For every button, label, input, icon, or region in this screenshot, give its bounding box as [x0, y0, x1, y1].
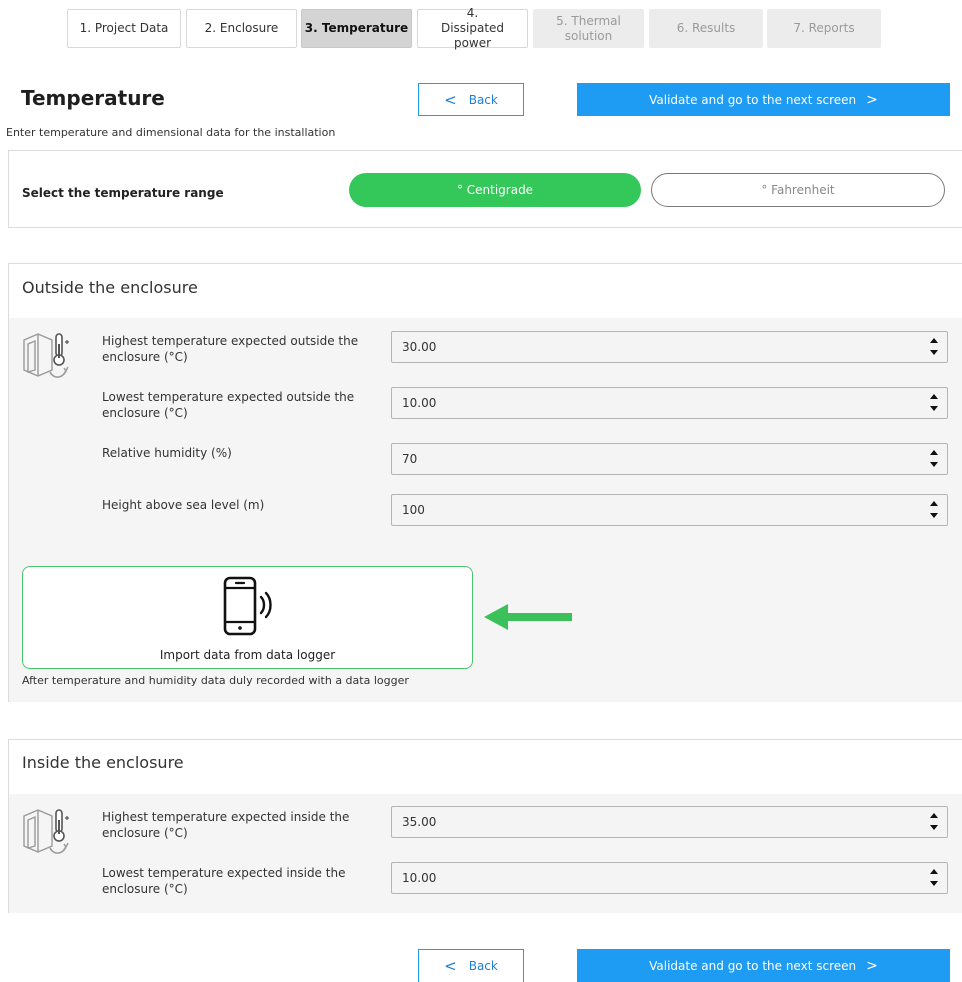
chevron-right-icon: >: [866, 91, 878, 108]
outside-low-temp-label: Lowest temperature expected outside the …: [102, 390, 355, 420]
footer-validate-next-button[interactable]: Validate and go to the next screen >: [577, 949, 950, 982]
outside-high-temp-input[interactable]: 30.00: [391, 331, 948, 363]
footer-validate-next-label: Validate and go to the next screen: [649, 958, 857, 973]
inside-low-temp-value: 10.00: [402, 871, 437, 885]
footer-back-label: Back: [468, 959, 498, 973]
chevron-right-icon: >: [866, 957, 878, 974]
centigrade-option[interactable]: ° Centigrade: [349, 173, 641, 207]
spinner-icon[interactable]: [930, 338, 939, 358]
footer-back-button[interactable]: < Back: [418, 949, 524, 982]
step-thermal-solution: 5. Thermal solution: [533, 9, 644, 48]
inside-enclosure-title: Inside the enclosure: [22, 753, 184, 772]
step-project-data[interactable]: 1. Project Data: [67, 9, 181, 48]
validate-next-label: Validate and go to the next screen: [649, 92, 857, 107]
import-data-logger-label: Import data from data logger: [159, 648, 336, 662]
page-subtitle: Enter temperature and dimensional data f…: [6, 126, 336, 139]
enclosure-thermometer-icon: [23, 333, 69, 378]
relative-humidity-input[interactable]: 70: [391, 443, 948, 475]
step-enclosure[interactable]: 2. Enclosure: [186, 9, 297, 48]
relative-humidity-label: Relative humidity (%): [102, 446, 232, 460]
inside-high-temp-value: 35.00: [402, 815, 437, 829]
outside-enclosure-title: Outside the enclosure: [22, 278, 198, 297]
back-button[interactable]: < Back: [418, 83, 524, 116]
step-reports: 7. Reports: [767, 9, 881, 48]
spinner-icon[interactable]: [930, 813, 939, 833]
outside-low-temp-input[interactable]: 10.00: [391, 387, 948, 419]
inside-high-temp-input[interactable]: 35.00: [391, 806, 948, 838]
arrow-left-icon: [484, 604, 572, 630]
spinner-icon[interactable]: [930, 450, 939, 470]
height-above-sea-value: 100: [402, 503, 425, 517]
step-dissipated-power[interactable]: 4. Dissipated power: [417, 6, 528, 50]
import-data-logger-button[interactable]: Import data from data logger: [22, 566, 473, 669]
relative-humidity-value: 70: [402, 452, 418, 466]
step-temperature[interactable]: 3. Temperature: [301, 9, 412, 48]
outside-low-temp-value: 10.00: [402, 396, 437, 410]
outside-high-temp-value: 30.00: [402, 340, 437, 354]
inside-low-temp-input[interactable]: 10.00: [391, 862, 948, 894]
height-above-sea-input[interactable]: 100: [391, 494, 948, 526]
chevron-left-icon: <: [444, 957, 457, 975]
spinner-icon[interactable]: [930, 501, 939, 521]
phone-signal-icon: [223, 576, 272, 636]
inside-high-temp-label: Highest temperature expected inside the …: [102, 810, 350, 840]
import-data-logger-note: After temperature and humidity data duly…: [22, 674, 409, 687]
outside-high-temp-label: Highest temperature expected outside the…: [102, 334, 359, 364]
inside-low-temp-label: Lowest temperature expected inside the e…: [102, 866, 346, 896]
fahrenheit-option[interactable]: ° Fahrenheit: [651, 173, 945, 207]
temperature-range-label: Select the temperature range: [22, 186, 224, 200]
enclosure-thermometer-icon: [23, 809, 69, 854]
spinner-icon[interactable]: [930, 394, 939, 414]
page-title: Temperature: [21, 86, 165, 110]
chevron-left-icon: <: [444, 90, 457, 109]
height-above-sea-label: Height above sea level (m): [102, 498, 265, 512]
step-results: 6. Results: [649, 9, 763, 48]
back-button-label: Back: [468, 92, 498, 107]
spinner-icon[interactable]: [930, 869, 939, 889]
validate-next-button[interactable]: Validate and go to the next screen >: [577, 83, 950, 116]
